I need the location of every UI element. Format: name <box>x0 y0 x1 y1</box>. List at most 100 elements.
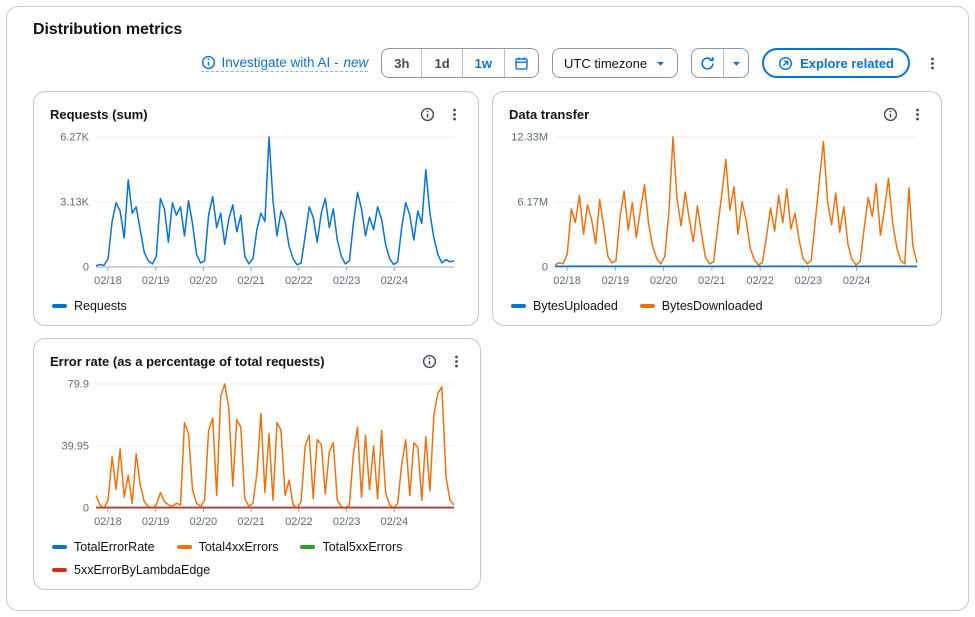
card-title: Data transfer <box>509 107 589 122</box>
info-icon <box>422 354 437 369</box>
svg-text:02/20: 02/20 <box>650 275 678 287</box>
legend-item-Total5xxErrors[interactable]: Total5xxErrors <box>300 540 402 554</box>
vertical-ellipsis-icon <box>910 107 925 122</box>
calendar-icon <box>514 56 529 71</box>
vertical-ellipsis-icon <box>925 56 940 71</box>
timezone-select[interactable]: UTC timezone <box>552 48 678 78</box>
legend-label: BytesUploaded <box>533 299 618 313</box>
time-range-group: 3h 1d 1w <box>381 48 539 78</box>
svg-text:02/23: 02/23 <box>333 516 361 528</box>
refresh-icon <box>700 56 715 71</box>
custom-range-calendar-button[interactable] <box>505 49 538 77</box>
info-icon <box>420 107 435 122</box>
svg-text:02/20: 02/20 <box>190 275 218 287</box>
page-overflow-menu-button[interactable] <box>923 54 942 73</box>
page-title: Distribution metrics <box>33 21 942 39</box>
investigate-new-badge: new <box>344 55 369 70</box>
svg-text:02/24: 02/24 <box>381 275 409 287</box>
legend-label: Total5xxErrors <box>322 540 402 554</box>
legend-item-TotalErrorRate[interactable]: TotalErrorRate <box>52 540 155 554</box>
legend-item-5xxErrorByLambdaEdge[interactable]: 5xxErrorByLambdaEdge <box>52 563 210 577</box>
investigate-with-ai-link[interactable]: Investigate with AI - new <box>201 55 368 72</box>
svg-text:02/18: 02/18 <box>553 275 581 287</box>
svg-text:02/21: 02/21 <box>698 275 726 287</box>
legend-item-Requests[interactable]: Requests <box>52 299 127 313</box>
svg-text:02/19: 02/19 <box>602 275 630 287</box>
legend-marker <box>52 545 67 549</box>
svg-text:79.9: 79.9 <box>68 379 89 391</box>
refresh-split-button <box>691 48 749 78</box>
card-actions <box>883 107 925 122</box>
error-rate-card: Error rate (as a percentage of total req… <box>33 338 481 590</box>
legend-marker <box>511 304 526 308</box>
svg-text:0: 0 <box>83 262 89 274</box>
data-transfer-card: Data transfer 1 <box>492 91 942 326</box>
svg-text:02/18: 02/18 <box>94 516 122 528</box>
investigate-label: Investigate with AI - <box>221 55 338 70</box>
charts-row-1: Requests (sum) <box>33 91 942 326</box>
range-1w-button[interactable]: 1w <box>463 49 505 77</box>
legend-marker <box>52 568 67 572</box>
range-1d-button[interactable]: 1d <box>422 49 462 77</box>
timezone-label: UTC timezone <box>564 56 647 71</box>
info-icon-button[interactable] <box>422 354 437 369</box>
data-transfer-legend: BytesUploaded BytesDownloaded <box>509 299 925 313</box>
svg-text:0: 0 <box>542 262 548 274</box>
requests-chart[interactable]: 6.27K 3.13K 0 02/18 02/19 02/20 02/21 02/22 02/2… <box>50 130 462 288</box>
info-icon-button[interactable] <box>420 107 435 122</box>
svg-text:02/22: 02/22 <box>285 516 313 528</box>
svg-text:02/19: 02/19 <box>142 516 170 528</box>
svg-text:3.13K: 3.13K <box>60 197 89 209</box>
svg-text:02/24: 02/24 <box>843 275 871 287</box>
svg-text:02/23: 02/23 <box>795 275 823 287</box>
legend-label: 5xxErrorByLambdaEdge <box>74 563 210 577</box>
explore-related-button[interactable]: Explore related <box>762 48 910 78</box>
svg-text:6.17M: 6.17M <box>517 196 548 208</box>
refresh-button[interactable] <box>692 49 724 77</box>
data-transfer-chart[interactable]: 12.33M 6.17M 0 02/18 02/19 02/20 02/21 02/22 02/… <box>509 130 925 288</box>
vertical-ellipsis-icon <box>449 354 464 369</box>
requests-card: Requests (sum) <box>33 91 479 326</box>
legend-label: TotalErrorRate <box>74 540 155 554</box>
svg-text:02/22: 02/22 <box>285 275 313 287</box>
card-overflow-menu-button[interactable] <box>447 107 462 122</box>
svg-text:0: 0 <box>83 503 89 515</box>
svg-text:12.33M: 12.33M <box>511 132 548 144</box>
refresh-options-button[interactable] <box>724 49 748 77</box>
card-header: Data transfer <box>509 102 925 126</box>
range-3h-button[interactable]: 3h <box>382 49 422 77</box>
card-header: Error rate (as a percentage of total req… <box>50 349 464 373</box>
info-icon-button[interactable] <box>883 107 898 122</box>
legend-label: Total4xxErrors <box>199 540 279 554</box>
card-actions <box>422 354 464 369</box>
svg-text:02/21: 02/21 <box>237 275 265 287</box>
legend-marker <box>52 304 67 308</box>
metrics-panel: Distribution metrics Investigate with AI… <box>6 6 969 611</box>
legend-marker <box>177 545 192 549</box>
svg-text:02/23: 02/23 <box>333 275 361 287</box>
svg-text:02/21: 02/21 <box>237 516 265 528</box>
error-rate-chart[interactable]: 79.9 39.95 0 02/18 02/19 02/20 02/21 02/22 02/23… <box>50 377 462 529</box>
svg-text:02/19: 02/19 <box>142 275 170 287</box>
svg-text:02/18: 02/18 <box>94 275 122 287</box>
legend-item-BytesDownloaded[interactable]: BytesDownloaded <box>640 299 763 313</box>
svg-text:02/20: 02/20 <box>190 516 218 528</box>
error-rate-legend: TotalErrorRate Total4xxErrors Total5xxErro… <box>50 540 464 577</box>
charts-row-2: Error rate (as a percentage of total req… <box>33 338 942 590</box>
card-title: Requests (sum) <box>50 107 148 122</box>
card-header: Requests (sum) <box>50 102 462 126</box>
legend-item-Total4xxErrors[interactable]: Total4xxErrors <box>177 540 279 554</box>
card-overflow-menu-button[interactable] <box>910 107 925 122</box>
legend-item-BytesUploaded[interactable]: BytesUploaded <box>511 299 618 313</box>
svg-text:02/22: 02/22 <box>746 275 774 287</box>
requests-legend: Requests <box>50 299 462 313</box>
svg-text:39.95: 39.95 <box>61 441 89 453</box>
info-icon <box>883 107 898 122</box>
toolbar: Investigate with AI - new 3h 1d 1w UTC t… <box>33 47 942 79</box>
card-title: Error rate (as a percentage of total req… <box>50 354 325 369</box>
svg-text:6.27K: 6.27K <box>60 132 89 144</box>
legend-label: BytesDownloaded <box>662 299 763 313</box>
legend-label: Requests <box>74 299 127 313</box>
card-overflow-menu-button[interactable] <box>449 354 464 369</box>
distribution-metrics-page: Distribution metrics Investigate with AI… <box>0 0 975 617</box>
